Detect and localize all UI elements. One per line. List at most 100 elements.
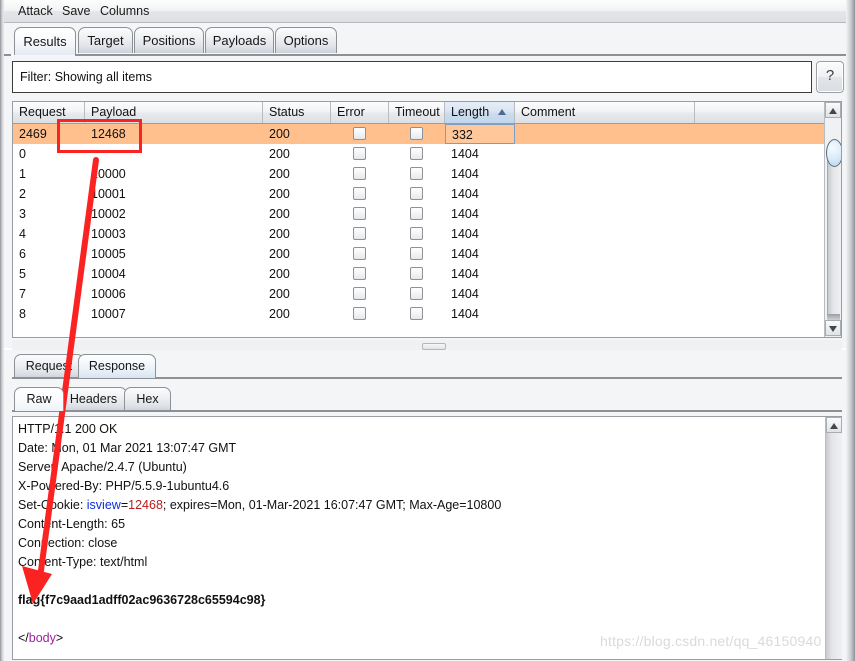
column-header-payload[interactable]: Payload <box>85 102 263 123</box>
cell-comment <box>515 124 695 144</box>
error-cell <box>331 264 389 284</box>
response-line: Content-Type: text/html <box>18 553 147 572</box>
error-checkbox[interactable] <box>353 207 366 220</box>
timeout-checkbox[interactable] <box>410 147 423 160</box>
error-cell <box>331 284 389 304</box>
cell-payload: 10002 <box>91 207 126 221</box>
results-table-header: Request Payload Status Error Timeout Len… <box>13 102 825 124</box>
timeout-checkbox[interactable] <box>410 267 423 280</box>
tab-positions[interactable]: Positions <box>134 27 204 53</box>
cell-request: 0 <box>19 147 26 161</box>
tab-target[interactable]: Target <box>78 27 133 53</box>
response-vertical-scrollbar[interactable] <box>825 417 842 659</box>
response-token: </ <box>18 631 29 645</box>
column-header-error[interactable]: Error <box>331 102 389 123</box>
tab-raw[interactable]: Raw <box>14 387 64 411</box>
filter-label: Filter: Showing all items <box>20 70 152 84</box>
error-checkbox[interactable] <box>353 167 366 180</box>
splitter-grip-handle[interactable] <box>422 343 446 350</box>
table-row[interactable]: 6 10005 200 1404 <box>13 244 825 264</box>
tab-results[interactable]: Results <box>14 27 76 55</box>
response-scroll-up-button[interactable] <box>826 417 842 433</box>
results-table: Request Payload Status Error Timeout Len… <box>12 101 842 338</box>
cell-length: 1404 <box>451 147 479 161</box>
table-row[interactable]: 0 200 1404 <box>13 144 825 164</box>
error-checkbox[interactable] <box>353 287 366 300</box>
cell-length: 1404 <box>451 287 479 301</box>
tab-hex[interactable]: Hex <box>124 387 171 411</box>
menu-item-attack[interactable]: Attack <box>14 3 57 19</box>
error-checkbox[interactable] <box>353 147 366 160</box>
scroll-track[interactable] <box>827 154 841 314</box>
results-vertical-scrollbar[interactable] <box>824 102 841 337</box>
table-row[interactable]: 1 10000 200 1404 <box>13 164 825 184</box>
tab-request[interactable]: Request <box>14 354 84 378</box>
window-right-edge <box>846 0 855 661</box>
column-header-request[interactable]: Request <box>13 102 85 123</box>
timeout-cell <box>389 244 445 264</box>
panel-splitter[interactable] <box>12 340 842 350</box>
timeout-checkbox[interactable] <box>410 287 423 300</box>
cell-payload: 10001 <box>91 187 126 201</box>
cell-request: 8 <box>19 307 26 321</box>
tab-options[interactable]: Options <box>275 27 337 53</box>
table-row[interactable]: 2469 12468 200 332 <box>13 124 825 144</box>
tab-payloads[interactable]: Payloads <box>205 27 274 53</box>
timeout-checkbox[interactable] <box>410 307 423 320</box>
scroll-up-button[interactable] <box>825 102 841 118</box>
menu-item-columns[interactable]: Columns <box>96 3 153 19</box>
timeout-cell <box>389 304 445 324</box>
view-tab-underline <box>12 410 842 412</box>
cell-request: 2 <box>19 187 26 201</box>
response-token: Set-Cookie: <box>18 498 87 512</box>
response-line: Set-Cookie: isview=12468; expires=Mon, 0… <box>18 496 501 515</box>
help-button[interactable]: ? <box>816 61 844 93</box>
filter-bar[interactable]: Filter: Showing all items <box>12 61 812 93</box>
cell-payload: 10005 <box>91 247 126 261</box>
cell-status: 200 <box>269 227 290 241</box>
cell-payload: 10004 <box>91 267 126 281</box>
response-token: body <box>28 631 56 645</box>
timeout-checkbox[interactable] <box>410 247 423 260</box>
table-row[interactable]: 2 10001 200 1404 <box>13 184 825 204</box>
response-token: Content-Length: 65 <box>18 517 126 531</box>
response-line: </body> <box>18 629 63 648</box>
table-row[interactable]: 8 10007 200 1404 <box>13 304 825 324</box>
column-header-comment[interactable]: Comment <box>515 102 695 123</box>
cell-comment <box>515 304 695 324</box>
response-token: Connection: close <box>18 536 118 550</box>
timeout-checkbox[interactable] <box>410 227 423 240</box>
cell-comment <box>515 144 695 164</box>
error-checkbox[interactable] <box>353 307 366 320</box>
tab-headers[interactable]: Headers <box>60 387 127 411</box>
error-checkbox[interactable] <box>353 247 366 260</box>
timeout-checkbox[interactable] <box>410 127 423 140</box>
error-checkbox[interactable] <box>353 187 366 200</box>
error-checkbox[interactable] <box>353 127 366 140</box>
response-line: HTTP/1.1 200 OK <box>18 420 117 439</box>
response-raw-viewer[interactable]: HTTP/1.1 200 OK Date: Mon, 01 Mar 2021 13… <box>12 416 842 660</box>
cell-length: 1404 <box>451 227 479 241</box>
table-row[interactable]: 3 10002 200 1404 <box>13 204 825 224</box>
timeout-checkbox[interactable] <box>410 207 423 220</box>
error-checkbox[interactable] <box>353 267 366 280</box>
table-row[interactable]: 4 10003 200 1404 <box>13 224 825 244</box>
cell-comment <box>515 264 695 284</box>
tab-response[interactable]: Response <box>78 354 156 378</box>
timeout-checkbox[interactable] <box>410 167 423 180</box>
error-cell <box>331 204 389 224</box>
timeout-checkbox[interactable] <box>410 187 423 200</box>
error-checkbox[interactable] <box>353 227 366 240</box>
table-row[interactable]: 5 10004 200 1404 <box>13 264 825 284</box>
menu-item-save[interactable]: Save <box>58 3 95 19</box>
cell-status: 200 <box>269 127 290 141</box>
scroll-thumb[interactable] <box>826 139 841 167</box>
column-header-timeout[interactable]: Timeout <box>389 102 445 123</box>
column-header-length-label: Length <box>451 105 490 119</box>
cell-status: 200 <box>269 307 290 321</box>
scroll-down-button[interactable] <box>825 320 841 336</box>
column-header-length[interactable]: Length <box>445 102 515 123</box>
column-header-status[interactable]: Status <box>263 102 331 123</box>
cell-payload: 12468 <box>91 127 126 141</box>
table-row[interactable]: 7 10006 200 1404 <box>13 284 825 304</box>
